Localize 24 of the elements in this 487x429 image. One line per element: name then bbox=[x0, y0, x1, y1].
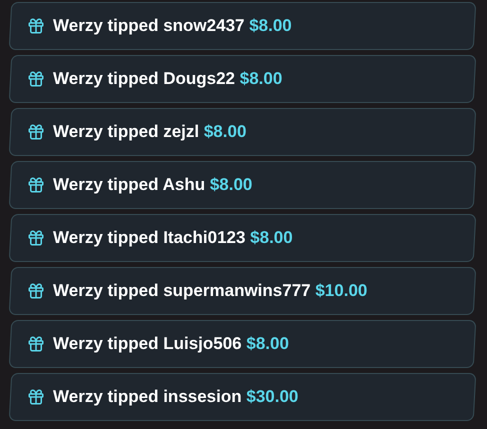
tip-amount: $8.00 bbox=[250, 228, 293, 248]
gift-icon bbox=[27, 229, 45, 247]
gift-icon bbox=[27, 282, 45, 300]
tip-amount: $8.00 bbox=[240, 69, 282, 88]
tip-amount: $8.00 bbox=[204, 122, 246, 142]
tip-amount: $8.00 bbox=[249, 16, 292, 36]
tip-message: Werzy tipped inssesion bbox=[53, 387, 242, 406]
gift-icon bbox=[27, 17, 45, 35]
tip-message: Werzy tipped snow2437 bbox=[53, 16, 244, 36]
gift-icon bbox=[27, 176, 45, 194]
tip-amount: $30.00 bbox=[246, 387, 298, 406]
tip-message: Werzy tipped Ashu bbox=[53, 175, 206, 194]
gift-icon bbox=[27, 335, 45, 353]
tip-amount: $10.00 bbox=[315, 281, 368, 300]
tip-message: Werzy tipped Itachi0123 bbox=[53, 228, 246, 248]
gift-icon bbox=[27, 70, 45, 88]
tip-message: Werzy tipped Luisjo506 bbox=[53, 334, 242, 354]
tip-amount: $8.00 bbox=[246, 334, 289, 354]
gift-icon bbox=[27, 123, 45, 141]
tip-message: Werzy tipped Dougs22 bbox=[53, 69, 235, 88]
tip-message: Werzy tipped supermanwins777 bbox=[53, 281, 311, 300]
tip-message: Werzy tipped zejzl bbox=[53, 122, 200, 142]
gift-icon bbox=[27, 388, 45, 406]
tip-amount: $8.00 bbox=[210, 175, 252, 194]
